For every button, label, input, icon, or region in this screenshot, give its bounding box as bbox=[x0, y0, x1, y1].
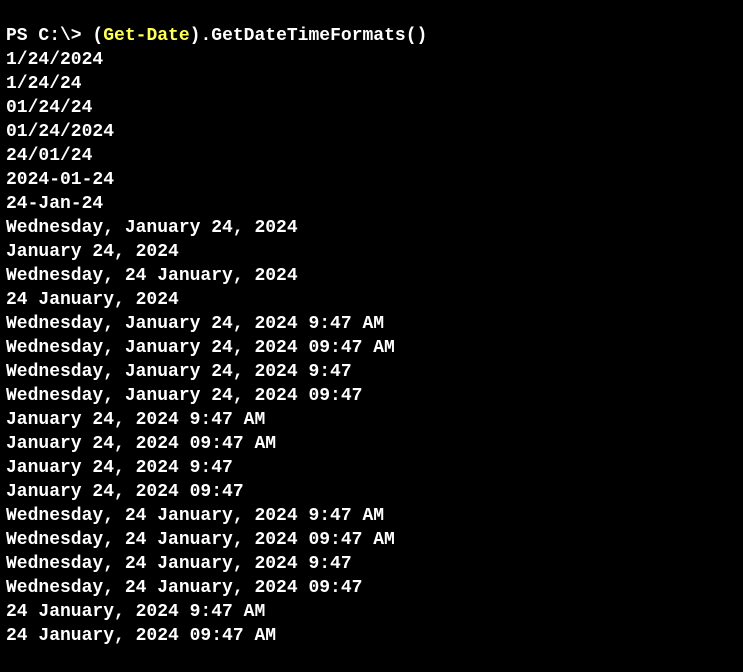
output-line: 2024-01-24 bbox=[6, 168, 737, 192]
output-line: 24 January, 2024 bbox=[6, 288, 737, 312]
output-line: Wednesday, 24 January, 2024 09:47 AM bbox=[6, 528, 737, 552]
output-line: Wednesday, January 24, 2024 9:47 AM bbox=[6, 312, 737, 336]
output-line: Wednesday, 24 January, 2024 9:47 AM bbox=[6, 504, 737, 528]
output-line: 24/01/24 bbox=[6, 144, 737, 168]
command-line: PS C:\> (Get-Date).GetDateTimeFormats() bbox=[6, 24, 737, 48]
output-line: January 24, 2024 09:47 bbox=[6, 480, 737, 504]
output-line: Wednesday, 24 January, 2024 09:47 bbox=[6, 576, 737, 600]
open-paren: ( bbox=[92, 26, 103, 46]
output-line: Wednesday, January 24, 2024 9:47 bbox=[6, 360, 737, 384]
prompt-prefix: PS C:\> bbox=[6, 26, 92, 46]
output-line: January 24, 2024 bbox=[6, 240, 737, 264]
output-line: 24 January, 2024 09:47 AM bbox=[6, 624, 737, 648]
close-paren: ) bbox=[190, 26, 201, 46]
output-line: Wednesday, 24 January, 2024 9:47 bbox=[6, 552, 737, 576]
output-line: 24-Jan-24 bbox=[6, 192, 737, 216]
output-line: 01/24/2024 bbox=[6, 120, 737, 144]
output-line: Wednesday, January 24, 2024 bbox=[6, 216, 737, 240]
cmdlet-name: Get-Date bbox=[103, 26, 189, 46]
terminal-output[interactable]: PS C:\> (Get-Date).GetDateTimeFormats()1… bbox=[6, 0, 737, 672]
output-line: Wednesday, January 24, 2024 09:47 bbox=[6, 384, 737, 408]
output-line: Wednesday, January 24, 2024 09:47 AM bbox=[6, 336, 737, 360]
method-call: .GetDateTimeFormats() bbox=[200, 26, 427, 46]
output-line: 1/24/2024 bbox=[6, 48, 737, 72]
output-line: 24 January, 2024 9:47 AM bbox=[6, 600, 737, 624]
output-line: January 24, 2024 9:47 AM bbox=[6, 408, 737, 432]
output-line: Wednesday, 24 January, 2024 bbox=[6, 264, 737, 288]
output-line: January 24, 2024 9:47 bbox=[6, 456, 737, 480]
output-line: 01/24/24 bbox=[6, 96, 737, 120]
output-line: January 24, 2024 09:47 AM bbox=[6, 432, 737, 456]
output-line: 1/24/24 bbox=[6, 72, 737, 96]
